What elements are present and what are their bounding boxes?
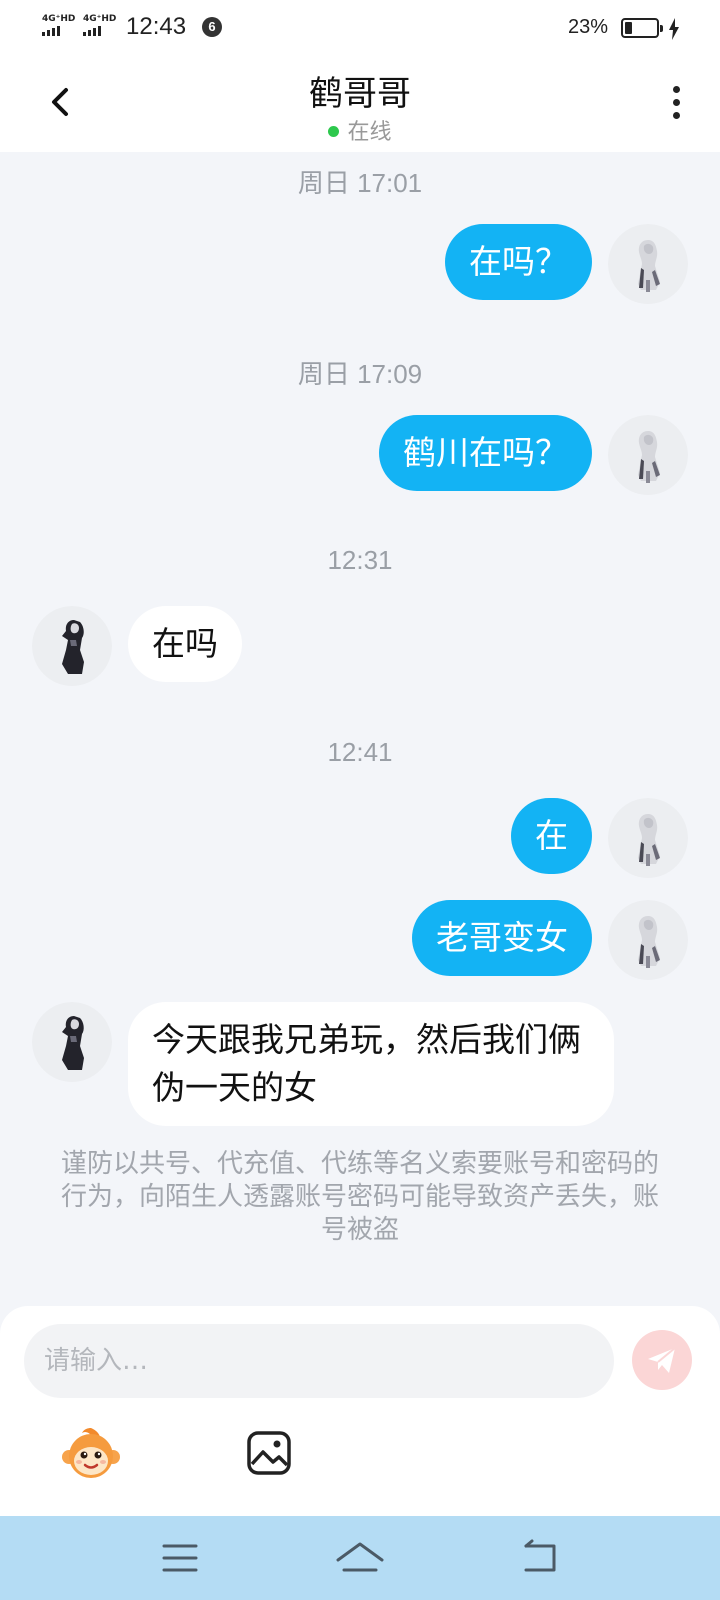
signal-bars-icon	[42, 26, 75, 36]
contact-name: 鹤哥哥	[309, 74, 411, 114]
image-button[interactable]	[246, 1430, 292, 1476]
paper-plane-icon	[648, 1347, 676, 1373]
my-avatar[interactable]	[608, 415, 688, 495]
more-options-button[interactable]	[666, 86, 686, 126]
signal-bars-icon	[83, 26, 116, 36]
message-timestamp: 12:41	[327, 737, 393, 767]
outgoing-message-bubble[interactable]: 在吗？	[445, 224, 592, 300]
send-button[interactable]	[632, 1330, 692, 1390]
system-navigation-bar	[0, 1516, 720, 1600]
monkey-face-icon	[62, 1428, 120, 1478]
charging-bolt-icon	[669, 18, 679, 40]
my-avatar[interactable]	[608, 900, 688, 980]
message-input[interactable]	[24, 1324, 614, 1398]
image-icon	[247, 1431, 291, 1475]
presence-label: 在线	[347, 120, 392, 145]
nav-menu-button[interactable]	[152, 1532, 208, 1584]
status-time: 12:43	[126, 13, 187, 40]
input-panel	[0, 1306, 720, 1516]
security-notice: 谨防以共号、代充值、代练等名义索要账号和密码的行为，向陌生人透露账号密码可能导致…	[60, 1149, 659, 1245]
status-bar: 4G⁺HD 4G⁺HD 12:43 6 23%	[0, 0, 720, 56]
my-avatar[interactable]	[608, 798, 688, 878]
signal-indicator-2: 4G⁺HD	[83, 14, 116, 36]
outgoing-message-bubble[interactable]: 在	[511, 798, 592, 874]
emoji-button[interactable]	[60, 1424, 122, 1486]
menu-icon	[162, 1544, 198, 1572]
network-label-1: 4G⁺HD	[42, 14, 76, 24]
return-icon	[524, 1539, 556, 1572]
nav-home-button[interactable]	[332, 1532, 388, 1584]
nav-back-button[interactable]	[512, 1532, 568, 1584]
notification-count-badge: 6	[202, 17, 222, 37]
my-avatar[interactable]	[608, 224, 688, 304]
online-dot-icon	[328, 126, 340, 137]
contact-avatar[interactable]	[32, 606, 112, 686]
presence-status: 在线	[0, 114, 720, 146]
more-vertical-icon	[666, 86, 686, 119]
outgoing-message-bubble[interactable]: 老哥变女	[412, 900, 592, 976]
message-timestamp: 周日 17:09	[297, 359, 423, 389]
outgoing-message-bubble[interactable]: 鹤川在吗？	[379, 415, 592, 491]
message-timestamp: 12:31	[327, 545, 393, 575]
chat-header: 鹤哥哥 在线	[0, 56, 720, 152]
contact-avatar[interactable]	[32, 1002, 112, 1082]
battery-icon	[621, 18, 663, 38]
signal-indicator-1: 4G⁺HD	[42, 14, 75, 36]
battery-percent: 23%	[568, 16, 609, 38]
message-timestamp: 周日 17:01	[297, 168, 423, 198]
incoming-message-bubble[interactable]: 今天跟我兄弟玩，然后我们俩伪一天的女	[128, 1002, 614, 1126]
home-icon	[336, 1542, 384, 1572]
network-label-2: 4G⁺HD	[83, 14, 117, 24]
incoming-message-bubble[interactable]: 在吗	[128, 606, 242, 682]
